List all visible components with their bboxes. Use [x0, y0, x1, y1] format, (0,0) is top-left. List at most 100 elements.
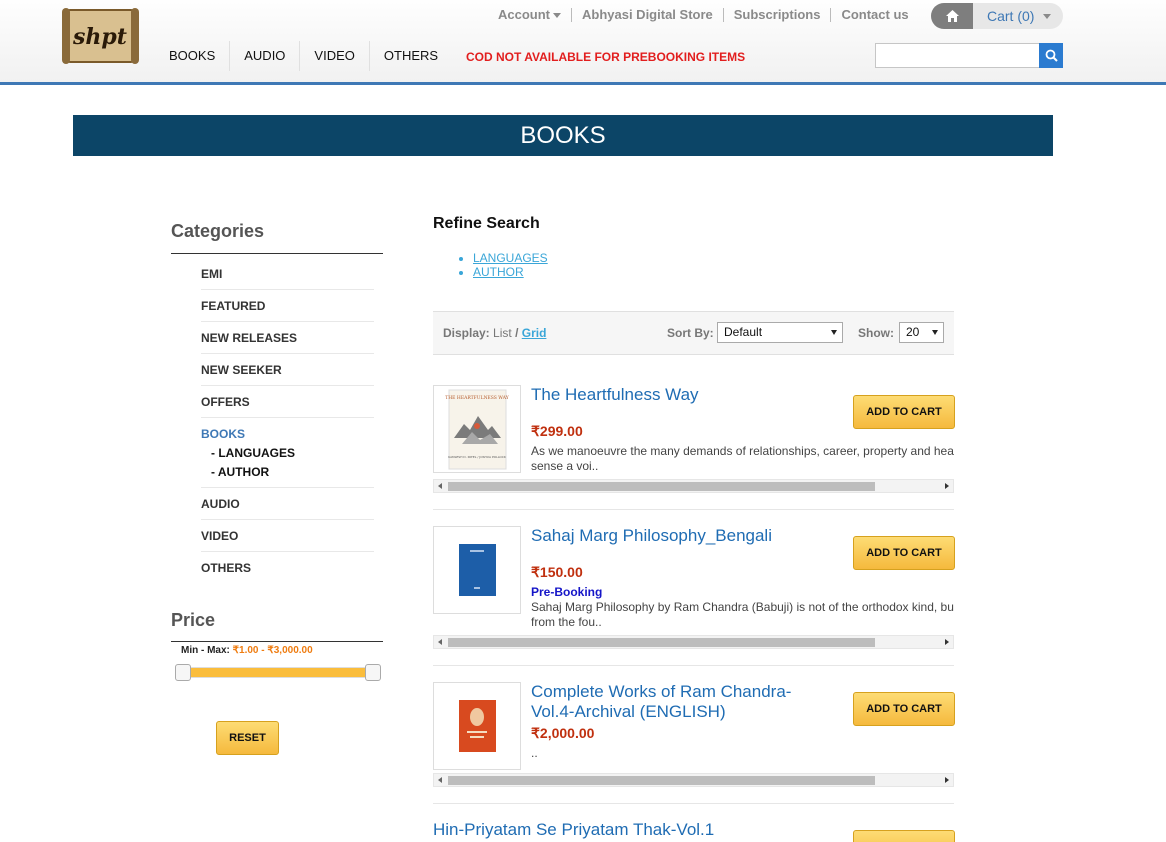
add-to-cart-button[interactable]: ADD TO CART: [853, 692, 955, 726]
reset-button[interactable]: RESET: [216, 721, 279, 755]
add-to-cart-button[interactable]: ADD TO CART: [853, 536, 955, 570]
home-icon: [945, 10, 959, 22]
nav-books[interactable]: BOOKS: [155, 41, 231, 71]
digital-store-link[interactable]: Abhyasi Digital Store: [572, 8, 724, 22]
product-description: ..: [531, 746, 538, 760]
contact-link[interactable]: Contact us: [831, 8, 918, 22]
price-range-label: Min - Max: ₹1.00 - ₹3,000.00: [181, 645, 313, 656]
show-count-select[interactable]: 20: [899, 322, 944, 343]
book-cover-image: THE HEARTFULNESS WAY KAMLESH D. PATEL / …: [445, 389, 510, 470]
category-featured[interactable]: FEATURED: [201, 290, 374, 322]
refine-languages-link[interactable]: LANGUAGES: [473, 251, 548, 265]
account-link[interactable]: Account: [488, 8, 572, 22]
refine-search-list: LANGUAGES AUTHOR: [473, 251, 548, 279]
sort-label: Sort By:: [667, 326, 714, 340]
scroll-right-icon[interactable]: [945, 777, 949, 783]
category-others[interactable]: OTHERS: [201, 552, 374, 583]
scroll-right-icon[interactable]: [945, 639, 949, 645]
price-slider-min-handle[interactable]: [175, 664, 191, 681]
list-item: LANGUAGES: [473, 251, 548, 265]
divider: [433, 803, 954, 804]
divider: [433, 665, 954, 666]
product-name-link[interactable]: Sahaj Marg Philosophy_Bengali: [531, 526, 811, 546]
price-slider-max-handle[interactable]: [365, 664, 381, 681]
nav-others[interactable]: OTHERS: [370, 41, 452, 71]
cart-widget[interactable]: Cart (0): [931, 3, 1063, 29]
subcategory-languages[interactable]: - LANGUAGES: [201, 446, 374, 460]
product-item: Sahaj Marg Philosophy_Bengali ₹150.00 Pr…: [433, 526, 955, 666]
site-logo[interactable]: shpt: [62, 6, 139, 66]
search-icon: [1045, 49, 1058, 62]
cod-notice: COD NOT AVAILABLE FOR PREBOOKING ITEMS: [466, 50, 746, 64]
add-to-cart-button[interactable]: [853, 830, 955, 842]
scroll-right-icon[interactable]: [945, 483, 949, 489]
refine-search-title: Refine Search: [433, 215, 540, 232]
scrollbar-thumb[interactable]: [448, 482, 875, 491]
home-button[interactable]: [931, 3, 973, 29]
category-audio[interactable]: AUDIO: [201, 488, 374, 520]
subscriptions-link[interactable]: Subscriptions: [724, 8, 832, 22]
grid-view-link[interactable]: Grid: [522, 326, 547, 340]
category-new-releases[interactable]: NEW RELEASES: [201, 322, 374, 354]
dropdown-arrow-icon: [831, 330, 837, 335]
book-cover-image: [459, 700, 496, 752]
product-item: Hin-Priyatam Se Priyatam Thak-Vol.1: [433, 820, 955, 842]
scrollbar-thumb[interactable]: [448, 776, 875, 785]
product-price: ₹299.00: [531, 423, 583, 439]
cart-label[interactable]: Cart (0): [987, 8, 1034, 24]
horizontal-scrollbar[interactable]: [433, 635, 954, 649]
site-header: shpt Account Abhyasi Digital Store Subsc…: [0, 0, 1166, 85]
category-offers[interactable]: OFFERS: [201, 386, 374, 418]
divider: [433, 509, 954, 510]
show-label: Show:: [858, 326, 894, 340]
scrollbar-thumb[interactable]: [448, 638, 875, 647]
product-description: As we manoeuvre the many demands of rela…: [531, 444, 954, 458]
product-thumbnail[interactable]: [433, 526, 521, 614]
price-slider[interactable]: [175, 664, 383, 681]
scroll-left-icon[interactable]: [438, 483, 442, 489]
product-name-link[interactable]: Hin-Priyatam Se Priyatam Thak-Vol.1: [433, 820, 833, 840]
scroll-left-icon[interactable]: [438, 777, 442, 783]
category-new-seeker[interactable]: NEW SEEKER: [201, 354, 374, 386]
product-price: ₹150.00: [531, 564, 583, 580]
page-title-banner: BOOKS: [73, 115, 1053, 156]
product-price: ₹2,000.00: [531, 725, 595, 741]
top-links: Account Abhyasi Digital Store Subscripti…: [488, 6, 919, 24]
product-thumbnail[interactable]: [433, 682, 521, 770]
chevron-down-icon: [1043, 14, 1051, 19]
product-item: THE HEARTFULNESS WAY KAMLESH D. PATEL / …: [433, 385, 955, 510]
search-button[interactable]: [1039, 43, 1063, 68]
main-nav: BOOKS AUDIO VIDEO OTHERS: [155, 41, 452, 71]
dropdown-arrow-icon: [932, 330, 938, 335]
category-emi[interactable]: EMI: [201, 258, 374, 290]
book-cover-image: [459, 544, 496, 596]
add-to-cart-button[interactable]: ADD TO CART: [853, 395, 955, 429]
prebooking-badge: Pre-Booking: [531, 585, 603, 599]
scroll-left-icon[interactable]: [438, 639, 442, 645]
category-list: EMI FEATURED NEW RELEASES NEW SEEKER OFF…: [201, 258, 374, 583]
product-name-link[interactable]: Complete Works of Ram Chandra-Vol.4-Arch…: [531, 682, 811, 722]
horizontal-scrollbar[interactable]: [433, 479, 954, 493]
horizontal-scrollbar[interactable]: [433, 773, 954, 787]
divider: [171, 641, 383, 642]
product-name-link[interactable]: The Heartfulness Way: [531, 385, 811, 405]
search-input[interactable]: [875, 43, 1039, 68]
search-box: [875, 43, 1063, 68]
chevron-down-icon: [553, 13, 561, 19]
divider: [171, 253, 383, 254]
subcategory-author[interactable]: - AUTHOR: [201, 465, 374, 479]
category-video[interactable]: VIDEO: [201, 520, 374, 552]
price-title: Price: [171, 610, 216, 630]
sort-select[interactable]: Default: [717, 322, 843, 343]
nav-audio[interactable]: AUDIO: [230, 41, 301, 71]
product-thumbnail[interactable]: THE HEARTFULNESS WAY KAMLESH D. PATEL / …: [433, 385, 521, 473]
product-description: from the fou..: [531, 615, 602, 629]
categories-title: Categories: [171, 221, 265, 241]
logo-text: shpt: [72, 24, 127, 50]
nav-video[interactable]: VIDEO: [300, 41, 370, 71]
list-view-option[interactable]: List: [493, 326, 512, 340]
product-item: Complete Works of Ram Chandra-Vol.4-Arch…: [433, 682, 955, 804]
listing-toolbar: Display: List / Grid Sort By: Default Sh…: [433, 311, 954, 355]
refine-author-link[interactable]: AUTHOR: [473, 265, 524, 279]
category-books[interactable]: BOOKS - LANGUAGES - AUTHOR: [201, 418, 374, 488]
